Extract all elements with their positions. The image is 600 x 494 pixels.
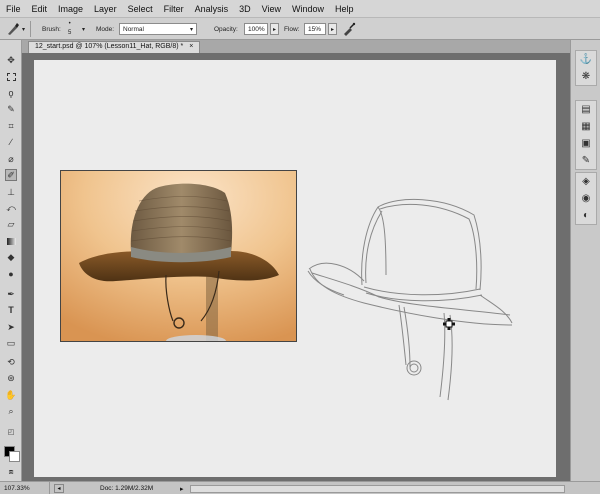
zoom-icon[interactable]: ⌕ <box>5 405 17 417</box>
healing-icon[interactable]: ⌀ <box>5 153 17 165</box>
styles-icon[interactable]: ▣ <box>576 135 596 152</box>
menu-file[interactable]: File <box>6 4 21 14</box>
mode-dropdown[interactable]: Normal ▾ <box>119 18 197 40</box>
hat-sketch-drawing <box>307 199 513 401</box>
opacity-slider-button[interactable]: ▸ <box>270 23 279 35</box>
dock-group-layers: ◈ ◉ ◐ <box>575 172 597 225</box>
menu-3d[interactable]: 3D <box>239 4 251 14</box>
gradient-icon[interactable] <box>5 235 17 247</box>
chevron-down-icon: ▾ <box>189 26 193 33</box>
separator <box>30 21 31 37</box>
flow-input[interactable]: 15% <box>304 23 326 35</box>
opacity-control: 100% ▸ <box>244 18 279 40</box>
history-icon[interactable]: ▤ <box>576 101 596 118</box>
options-bar: ▾ Brush: • 5 ▾ Mode: Normal ▾ Opacity: 1… <box>0 18 600 40</box>
opacity-input[interactable]: 100% <box>244 23 268 35</box>
flow-label: Flow: <box>284 25 300 33</box>
hat-photo-image <box>61 171 296 341</box>
paths-icon[interactable]: ◐ <box>576 207 596 224</box>
menu-help[interactable]: Help <box>335 4 354 14</box>
menu-image[interactable]: Image <box>58 4 83 14</box>
quick-select-icon[interactable]: ✎ <box>5 103 17 115</box>
clone-stamp-icon[interactable]: ⊥ <box>5 186 17 198</box>
toolbox: ✥ ϙ ✎ ⌗ ∕ ⌀ ✐ ⊥ ⤺ ▱ ◆ ● ✒ T ➤ ▭ ⟲ ⊛ ✋ ⌕ … <box>0 40 22 481</box>
menu-select[interactable]: Select <box>128 4 153 14</box>
type-icon[interactable]: T <box>5 304 17 316</box>
chevron-down-icon: ▾ <box>22 26 26 33</box>
brush-icon[interactable]: ✐ <box>5 169 17 181</box>
kuler-icon[interactable]: ❋ <box>576 68 596 85</box>
mode-value: Normal <box>123 25 144 33</box>
menu-bar: File Edit Image Layer Select Filter Anal… <box>0 0 600 18</box>
document-canvas[interactable] <box>34 60 556 477</box>
canvas-area <box>22 53 570 481</box>
status-bar: 107.33% ◂ Doc: 1.29M/2.32M ▸ <box>0 481 600 494</box>
airbrush-button[interactable] <box>342 18 356 40</box>
reference-photo <box>60 170 297 342</box>
dock-group-bridge: ⚓ ❋ <box>575 50 597 86</box>
screen-mode-icon[interactable]: ⧈ <box>5 466 17 478</box>
menu-edit[interactable]: Edit <box>32 4 48 14</box>
shape-icon[interactable]: ▭ <box>5 337 17 349</box>
channels-icon[interactable]: ◉ <box>576 190 596 207</box>
menu-layer[interactable]: Layer <box>94 4 117 14</box>
brush-dot-icon: • <box>68 21 71 27</box>
lasso-icon[interactable]: ϙ <box>5 87 17 99</box>
path-select-icon[interactable]: ➤ <box>5 321 17 333</box>
marquee-icon[interactable] <box>5 71 17 83</box>
panel-dock: ⚓ ❋ ▤ ▦ ▣ ✎ ◈ ◉ ◐ <box>570 40 600 481</box>
brush-size: 5 <box>68 30 72 36</box>
history-brush-icon[interactable]: ⤺ <box>5 202 17 214</box>
pen-icon[interactable]: ✒ <box>5 288 17 300</box>
crop-icon[interactable]: ⌗ <box>5 120 17 132</box>
document-tab[interactable]: 12_start.psd @ 107% (Lesson11_Hat, RGB/8… <box>28 41 201 53</box>
zoom-level[interactable]: 107.33% <box>0 482 50 494</box>
opacity-label: Opacity: <box>214 25 238 33</box>
flow-control: 15% ▸ <box>304 18 337 40</box>
menu-analysis[interactable]: Analysis <box>195 4 229 14</box>
dock-group-history: ▤ ▦ ▣ ✎ <box>575 100 597 170</box>
brush-picker[interactable]: • 5 <box>68 18 71 40</box>
menu-filter[interactable]: Filter <box>164 4 184 14</box>
document-size-info: Doc: 1.29M/2.32M <box>100 485 154 492</box>
dodge-icon[interactable]: ● <box>5 268 17 280</box>
menu-view[interactable]: View <box>262 4 281 14</box>
quick-mask-icon[interactable]: ◰ <box>5 426 17 438</box>
mode-label: Mode: <box>96 25 115 33</box>
airbrush-icon <box>344 22 356 36</box>
menu-window[interactable]: Window <box>292 4 324 14</box>
status-menu-button[interactable]: ◂ <box>54 482 64 494</box>
status-arrow-button[interactable]: ▸ <box>180 482 184 494</box>
move-icon[interactable]: ✥ <box>5 54 17 66</box>
photoshop-window: File Edit Image Layer Select Filter Anal… <box>0 0 600 494</box>
document-tab-bar: 12_start.psd @ 107% (Lesson11_Hat, RGB/8… <box>22 40 570 53</box>
eyedropper-icon[interactable]: ∕ <box>5 136 17 148</box>
flow-slider-button[interactable]: ▸ <box>328 23 337 35</box>
blur-icon[interactable]: ◆ <box>5 251 17 263</box>
status-arrow-icon: ◂ <box>54 484 64 493</box>
swatches-icon[interactable]: ▦ <box>576 118 596 135</box>
background-color-swatch[interactable] <box>9 451 20 462</box>
chevron-right-icon: ▸ <box>180 485 184 493</box>
horizontal-scrollbar[interactable] <box>190 482 565 494</box>
brush-icon <box>8 23 19 35</box>
3d-rotate-icon[interactable]: ⟲ <box>5 356 17 368</box>
hand-icon[interactable]: ✋ <box>5 389 17 401</box>
3d-orbit-icon[interactable]: ⊛ <box>5 372 17 384</box>
brush-label: Brush: <box>42 25 61 33</box>
eraser-icon[interactable]: ▱ <box>5 218 17 230</box>
chevron-down-icon[interactable]: ▾ <box>82 18 85 40</box>
close-icon[interactable]: × <box>189 43 193 50</box>
layers-icon[interactable]: ◈ <box>576 173 596 190</box>
document-tab-title: 12_start.psd @ 107% (Lesson11_Hat, RGB/8… <box>35 43 184 50</box>
mini-bridge-icon[interactable]: ⚓ <box>576 51 596 68</box>
tool-preset-picker[interactable]: ▾ <box>6 18 25 40</box>
notes-icon[interactable]: ✎ <box>576 152 596 169</box>
